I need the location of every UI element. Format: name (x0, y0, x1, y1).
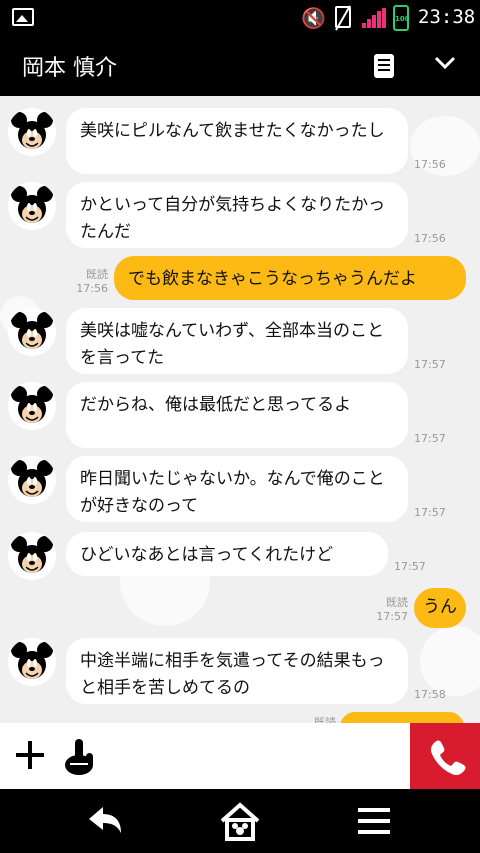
clock: 23:38 (418, 6, 476, 28)
read-receipt: 既読 (314, 716, 336, 723)
back-icon[interactable] (83, 799, 127, 843)
message-time: 17:56 (414, 158, 446, 171)
message-time: 17:56 (76, 282, 108, 295)
note-icon[interactable] (374, 54, 394, 78)
avatar[interactable] (8, 532, 56, 580)
mickey-avatar-icon (8, 308, 56, 356)
status-bar: 🔇 100 23:38 (0, 0, 480, 36)
message-time: 17:57 (414, 358, 446, 371)
mickey-avatar-icon (8, 382, 56, 430)
mickey-avatar-icon (8, 182, 56, 230)
chat-area[interactable]: 美咲にピルなんて飲ませたくなかったし 17:56 かといって自分が気持ちよくなりたか… (0, 96, 480, 723)
message-bubble[interactable]: 美咲にピルなんて飲ませたくなかったし (66, 108, 408, 174)
menu-icon[interactable] (352, 799, 396, 843)
message-time: 17:57 (414, 506, 446, 519)
message-row: 既読 うん 17:57 (0, 588, 480, 628)
battery-level: 100 (395, 15, 410, 23)
message-bubble[interactable]: でも飲まなきゃこうなっちゃうんだよ (114, 256, 466, 300)
mute-icon: 🔇 (301, 6, 326, 30)
read-receipt: 既読 (86, 268, 108, 281)
read-receipt: 既読 (386, 596, 408, 609)
partial-message-bubble[interactable] (340, 712, 464, 723)
no-sim-icon (335, 6, 351, 28)
mickey-avatar-icon (8, 638, 56, 686)
message-time: 17:57 (376, 610, 408, 623)
avatar[interactable] (8, 182, 56, 230)
message-time: 17:56 (414, 232, 446, 245)
message-row: 中途半端に相手を気遣ってその結果もっと相手を苦しめてるの 17:58 (0, 638, 480, 704)
message-bubble[interactable]: うん (414, 588, 466, 628)
message-bubble[interactable]: 中途半端に相手を気遣ってその結果もっと相手を苦しめてるの (66, 638, 408, 704)
plus-icon[interactable] (16, 741, 44, 769)
message-row: だからね、俺は最低だと思ってるよ 17:57 (0, 382, 480, 448)
battery-icon: 100 (393, 5, 410, 31)
gallery-icon (12, 8, 34, 26)
message-row: 美咲は嘘なんていわず、全部本当のことを言ってた 17:57 (0, 308, 480, 374)
avatar[interactable] (8, 456, 56, 504)
navigation-bar (0, 789, 480, 853)
avatar[interactable] (8, 308, 56, 356)
message-time: 17:57 (394, 560, 426, 573)
avatar[interactable] (8, 638, 56, 686)
mickey-avatar-icon (8, 108, 56, 156)
chat-header: 岡本 慎介 (0, 36, 480, 96)
message-bubble[interactable]: ひどいなあとは言ってくれたけど (66, 532, 388, 576)
home-icon[interactable] (218, 799, 262, 843)
mickey-avatar-icon (8, 532, 56, 580)
message-bubble[interactable]: 昨日聞いたじゃないか。なんで俺のことが好きなのって (66, 456, 408, 522)
message-row: 昨日聞いたじゃないか。なんで俺のことが好きなのって 17:57 (0, 456, 480, 522)
input-bar (0, 723, 480, 789)
message-bubble[interactable]: かといって自分が気持ちよくなりたかったんだ (66, 182, 408, 248)
message-time: 17:57 (414, 432, 446, 445)
message-row: 美咲にピルなんて飲ませたくなかったし 17:56 (0, 108, 480, 174)
message-bubble[interactable]: 美咲は嘘なんていわず、全部本当のことを言ってた (66, 308, 408, 374)
message-row: ひどいなあとは言ってくれたけど 17:57 (0, 532, 480, 580)
message-row: 既読 でも飲まなきゃこうなっちゃうんだよ 17:56 (0, 256, 480, 300)
phone-icon (430, 740, 466, 776)
message-bubble[interactable]: だからね、俺は最低だと思ってるよ (66, 382, 408, 448)
call-button[interactable] (410, 723, 480, 789)
signal-icon (362, 8, 386, 28)
mickey-avatar-icon (8, 456, 56, 504)
message-row: かといって自分が気持ちよくなりたかったんだ 17:56 (0, 182, 480, 248)
avatar[interactable] (8, 108, 56, 156)
chevron-down-icon[interactable] (434, 52, 456, 74)
hand-icon[interactable] (62, 737, 96, 777)
contact-name: 岡本 慎介 (22, 56, 117, 81)
avatar[interactable] (8, 382, 56, 430)
message-time: 17:58 (414, 688, 446, 701)
